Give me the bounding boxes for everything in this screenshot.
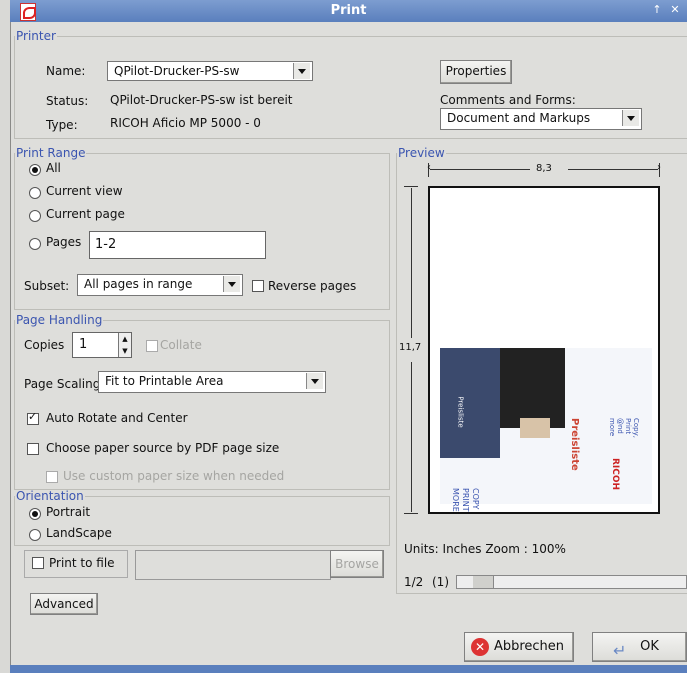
chevron-down-icon[interactable] <box>622 110 639 126</box>
type-label: Type: <box>46 118 78 132</box>
page-indicator: 1/2 <box>404 575 424 589</box>
preview-copy-line: Copy, Print @nd more <box>608 418 640 438</box>
auto-rotate-checkbox[interactable] <box>27 410 39 425</box>
preview-brand: RICOH <box>610 458 620 491</box>
subset-select[interactable]: All pages in range <box>77 274 243 296</box>
chevron-down-icon[interactable] <box>306 373 323 389</box>
properties-button[interactable]: Properties <box>440 60 512 84</box>
printer-name-select[interactable]: QPilot-Drucker-PS-sw <box>107 61 313 81</box>
orientation-legend: Orientation <box>16 489 84 503</box>
preview-headline: Preisliste <box>569 418 580 471</box>
arrow-left-icon: ‹ <box>427 162 431 173</box>
type-value: RICOH Aficio MP 5000 - 0 <box>110 116 261 130</box>
page-handling-group: Page Handling <box>14 313 390 490</box>
name-label: Name: <box>46 64 86 78</box>
comments-value: Document and Markups <box>447 111 591 125</box>
ok-label: OK <box>640 639 659 654</box>
landscape-label: LandScape <box>46 526 112 540</box>
page-scaling-select[interactable]: Fit to Printable Area <box>98 371 326 393</box>
status-value: QPilot-Drucker-PS-sw ist bereit <box>110 93 293 107</box>
preview-more-text: MORE <box>451 488 460 512</box>
collate-label: Collate <box>160 338 202 352</box>
chevron-down-icon[interactable] <box>223 276 240 292</box>
comments-select[interactable]: Document and Markups <box>440 108 642 130</box>
preview-image: Preisliste COPY PRINT MORE Preisliste Co… <box>440 348 652 512</box>
preview-print-text: PRINT <box>461 488 470 512</box>
preview-side-text: Preisliste <box>456 396 465 428</box>
height-value: 11,7 <box>399 342 422 353</box>
subset-value: All pages in range <box>84 277 193 291</box>
cancel-button[interactable]: ✕ Abbrechen <box>464 632 574 662</box>
portrait-label: Portrait <box>46 505 91 519</box>
printer-legend: Printer <box>16 29 56 43</box>
all-radio[interactable] <box>29 164 41 176</box>
choose-source-checkbox[interactable] <box>27 443 39 455</box>
pages-radio[interactable] <box>29 238 41 250</box>
subset-label: Subset: <box>24 279 70 293</box>
page-scaling-value: Fit to Printable Area <box>105 374 224 388</box>
page-slider-handle[interactable] <box>473 576 494 588</box>
ok-button[interactable]: ↵ OK <box>592 632 687 662</box>
preview-copy-text: COPY <box>471 488 480 510</box>
copies-label: Copies <box>24 338 65 352</box>
window-bottom-edge <box>10 665 687 673</box>
current-page-radio[interactable] <box>29 210 41 222</box>
preview-page: Preisliste COPY PRINT MORE Preisliste Co… <box>428 186 660 514</box>
print-to-file-label: Print to file <box>49 556 115 570</box>
page-slider[interactable] <box>456 575 687 589</box>
page-sub-indicator: (1) <box>432 575 449 589</box>
copies-value: 1 <box>79 337 88 352</box>
arrow-right-icon: › <box>657 162 661 173</box>
cancel-icon: ✕ <box>471 638 489 656</box>
current-view-label: Current view <box>46 184 123 198</box>
browse-button[interactable]: Browse <box>330 550 384 578</box>
portrait-radio[interactable] <box>29 508 41 520</box>
page-handling-legend: Page Handling <box>16 313 103 327</box>
pages-input[interactable]: 1-2 <box>89 231 266 259</box>
width-dimension: ‹ › 8,3 <box>427 162 661 179</box>
title-bar: Print ↑ ✕ <box>10 0 687 22</box>
copies-stepper[interactable]: 1 ▲ ▼ <box>72 332 132 358</box>
file-path-input[interactable] <box>135 550 331 580</box>
custom-size-checkbox[interactable] <box>46 471 58 483</box>
ok-icon: ↵ <box>613 641 627 660</box>
collate-checkbox[interactable] <box>146 340 158 352</box>
landscape-radio[interactable] <box>29 529 41 541</box>
advanced-button[interactable]: Advanced <box>30 593 98 615</box>
choose-source-label: Choose paper source by PDF page size <box>46 441 280 455</box>
print-to-file-checkbox[interactable] <box>32 557 44 569</box>
maximize-button[interactable]: ↑ <box>650 3 664 17</box>
height-dimension: 11,7 <box>399 186 421 514</box>
reverse-pages-label: Reverse pages <box>268 279 357 293</box>
all-label: All <box>46 161 61 175</box>
window-title: Print <box>330 3 367 18</box>
auto-rotate-label: Auto Rotate and Center <box>46 411 188 425</box>
page-scaling-label: Page Scaling <box>24 377 101 391</box>
width-value: 8,3 <box>536 163 552 174</box>
printer-name-value: QPilot-Drucker-PS-sw <box>114 64 240 78</box>
print-range-legend: Print Range <box>16 146 86 160</box>
current-page-label: Current page <box>46 207 125 221</box>
close-button[interactable]: ✕ <box>668 3 682 17</box>
decrement-arrow-icon[interactable]: ▼ <box>118 345 131 357</box>
current-view-radio[interactable] <box>29 187 41 199</box>
comments-label: Comments and Forms: <box>440 93 576 107</box>
preview-units: Units: Inches Zoom : 100% <box>404 542 566 556</box>
reverse-pages-checkbox[interactable] <box>252 280 264 292</box>
preview-legend: Preview <box>398 146 445 160</box>
pages-label: Pages <box>46 235 82 249</box>
pages-input-value: 1-2 <box>95 237 117 252</box>
custom-size-label: Use custom paper size when needed <box>63 469 285 483</box>
cancel-label: Abbrechen <box>493 639 565 654</box>
chevron-down-icon[interactable] <box>293 63 310 79</box>
status-label: Status: <box>46 94 89 108</box>
